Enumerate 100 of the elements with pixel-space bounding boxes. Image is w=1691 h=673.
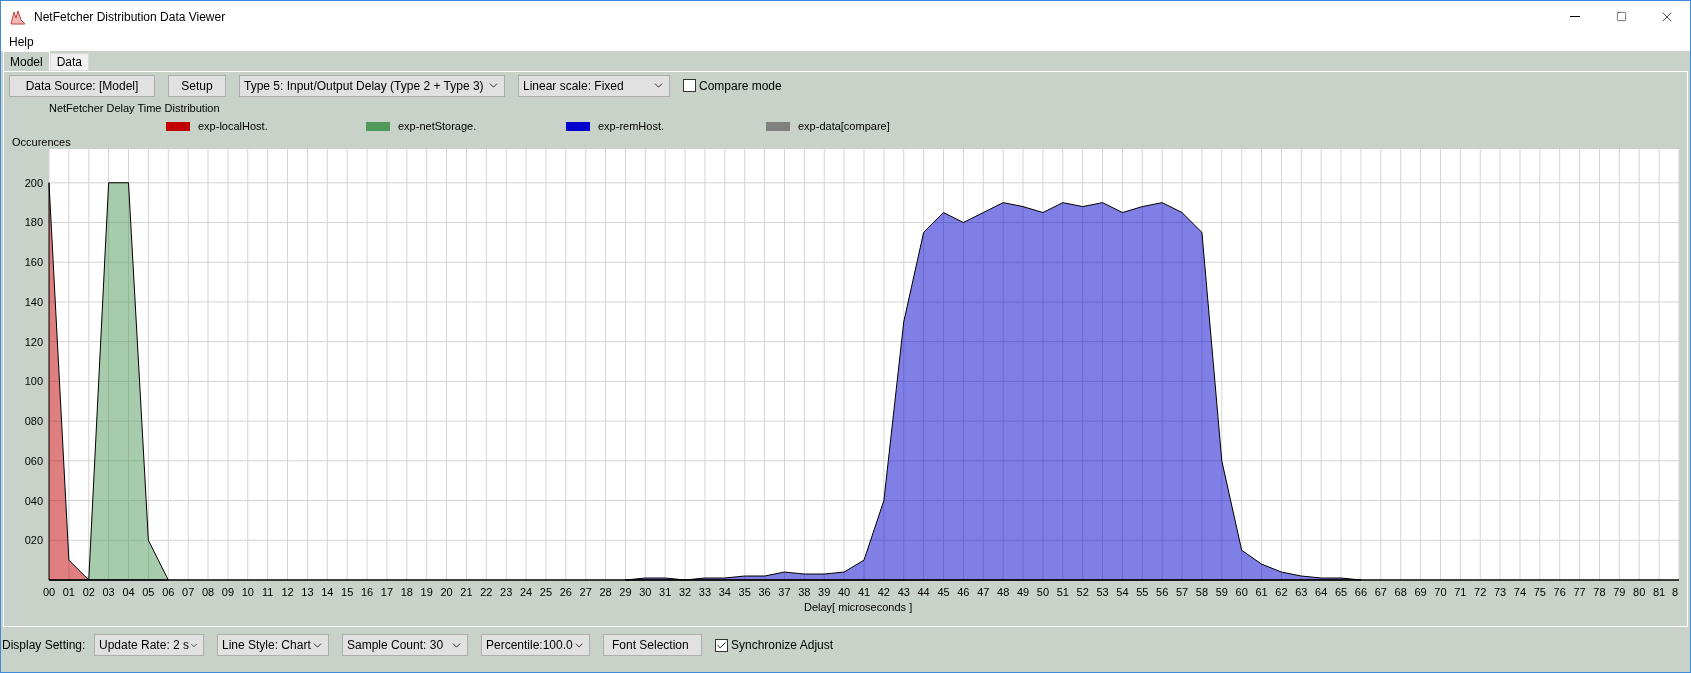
x-tick-label: 22 bbox=[480, 586, 493, 598]
y-tick-label: 060 bbox=[24, 454, 43, 467]
x-tick-label: 06 bbox=[162, 586, 175, 598]
x-tick-label: 27 bbox=[579, 586, 592, 598]
x-tick-label: 43 bbox=[897, 586, 910, 598]
x-tick-label: 54 bbox=[1116, 586, 1129, 598]
x-tick-label: 14 bbox=[321, 586, 334, 598]
y-tick-label: 100 bbox=[24, 375, 43, 388]
x-tick-label: 46 bbox=[957, 586, 970, 598]
x-tick-label: 30 bbox=[639, 586, 652, 598]
x-tick-label: 40 bbox=[838, 586, 851, 598]
x-tick-label: 58 bbox=[1195, 586, 1209, 598]
dropdown[interactable]: Percentile:100.0 bbox=[481, 634, 590, 656]
dropdown[interactable]: Linear scale: Fixed bbox=[518, 74, 670, 97]
toolbar-button[interactable]: Setup bbox=[168, 74, 226, 97]
x-tick-label: 75 bbox=[1533, 586, 1546, 598]
x-tick-label: 69 bbox=[1414, 586, 1427, 598]
x-tick-label: 02 bbox=[82, 586, 95, 598]
x-tick-label: 21 bbox=[460, 586, 473, 598]
x-tick-label: 03 bbox=[102, 586, 115, 598]
menu-item[interactable]: Help bbox=[1, 32, 42, 51]
minimize-icon bbox=[1570, 16, 1580, 17]
x-tick-label: 70 bbox=[1434, 586, 1447, 598]
x-tick-label: 20 bbox=[440, 586, 453, 598]
x-tick-label: 16 bbox=[360, 586, 374, 598]
y-tick-label: 040 bbox=[24, 494, 43, 507]
x-tick-label: 76 bbox=[1553, 586, 1566, 598]
dropdown[interactable]: Sample Count: 30 bbox=[342, 634, 468, 656]
x-tick-label: 31 bbox=[659, 586, 672, 598]
legend-label: exp-remHost. bbox=[598, 118, 665, 134]
dropdown[interactable]: Update Rate: 2 s bbox=[94, 634, 204, 656]
y-axis-title: Occurences bbox=[12, 135, 72, 149]
x-tick-label: 80 bbox=[1633, 586, 1646, 598]
y-tick-label: 020 bbox=[24, 534, 43, 547]
x-tick-label: 63 bbox=[1295, 586, 1308, 598]
x-tick-label: 07 bbox=[182, 586, 195, 598]
x-tick-label: 62 bbox=[1275, 586, 1288, 598]
x-tick-label: 74 bbox=[1513, 586, 1527, 598]
x-tick-label: 66 bbox=[1354, 586, 1368, 598]
x-tick-label: 59 bbox=[1215, 586, 1228, 598]
x-tick-label: 33 bbox=[698, 586, 712, 598]
y-tick-label: 160 bbox=[24, 256, 43, 269]
chart-title: NetFetcher Delay Time Distribution bbox=[49, 101, 221, 115]
app-icon bbox=[10, 8, 26, 25]
x-tick-label: 77 bbox=[1573, 586, 1586, 598]
x-tick-label: 01 bbox=[62, 586, 75, 598]
dropdown[interactable]: Type 5: Input/Output Delay (Type 2 + Type 3) bbox=[239, 74, 505, 97]
legend-label: exp-netStorage. bbox=[398, 118, 477, 134]
font-selection-button[interactable]: Font Selection bbox=[603, 634, 702, 656]
x-tick-label: 52 bbox=[1076, 586, 1089, 598]
x-tick-label: 44 bbox=[917, 586, 930, 598]
x-tick-label: 37 bbox=[778, 586, 791, 598]
x-tick-label: 41 bbox=[857, 586, 871, 598]
x-tick-label: 10 bbox=[241, 586, 254, 598]
x-tick-label: 53 bbox=[1096, 586, 1109, 598]
toolbar-button[interactable]: Data Source: [Model] bbox=[9, 74, 155, 97]
y-tick-label: 120 bbox=[24, 335, 43, 348]
x-tick-label: 38 bbox=[798, 586, 811, 598]
x-tick-label: 13 bbox=[301, 586, 314, 598]
dropdown[interactable]: Line Style: Chart bbox=[217, 634, 329, 656]
x-tick-label: 55 bbox=[1136, 586, 1149, 598]
x-tick-label: 12 bbox=[281, 586, 294, 598]
x-tick-label: 42 bbox=[877, 586, 890, 598]
x-tick-label: 17 bbox=[380, 586, 394, 598]
legend-label: exp-localHost. bbox=[198, 118, 268, 134]
x-tick-label: 36 bbox=[758, 586, 771, 598]
y-tick-label: 180 bbox=[24, 216, 43, 229]
checkbox-label: Synchronize Adjust bbox=[731, 637, 834, 654]
x-tick-label: 26 bbox=[559, 586, 572, 598]
x-tick-label: 60 bbox=[1235, 586, 1248, 598]
x-tick-label: 79 bbox=[1613, 586, 1626, 598]
checkbox[interactable] bbox=[715, 638, 728, 652]
x-tick-label: 24 bbox=[519, 586, 533, 598]
x-tick-label: 05 bbox=[142, 586, 155, 598]
x-tick-label: 09 bbox=[221, 586, 235, 598]
x-tick-label: 08 bbox=[201, 586, 215, 598]
x-tick-label: 78 bbox=[1593, 586, 1606, 598]
x-tick-label: 61 bbox=[1255, 586, 1268, 598]
window-title: NetFetcher Distribution Data Viewer bbox=[34, 8, 226, 26]
x-tick-label: 50 bbox=[1036, 586, 1050, 598]
x-tick-label: 19 bbox=[420, 586, 433, 598]
tab[interactable]: Model bbox=[3, 51, 50, 71]
x-tick-label: 81 bbox=[1653, 586, 1666, 598]
tab[interactable]: Data bbox=[49, 53, 90, 71]
y-tick-label: 080 bbox=[24, 415, 43, 428]
x-tick-label: 56 bbox=[1156, 586, 1169, 598]
x-tick-label: 49 bbox=[1016, 586, 1030, 598]
x-tick-label: 15 bbox=[341, 586, 354, 598]
check-icon bbox=[716, 639, 727, 651]
x-tick-label: 23 bbox=[500, 586, 513, 598]
x-tick-label: 11 bbox=[261, 586, 274, 598]
x-tick-label: 67 bbox=[1374, 586, 1387, 598]
x-tick-label: 39 bbox=[818, 586, 831, 598]
checkbox[interactable] bbox=[683, 79, 696, 92]
x-tick-label: 28 bbox=[599, 586, 612, 598]
x-tick-label: 71 bbox=[1454, 586, 1467, 598]
x-tick-label: 68 bbox=[1394, 586, 1407, 598]
x-tick-label: 73 bbox=[1493, 586, 1507, 598]
x-tick-label: 25 bbox=[539, 586, 553, 598]
x-tick-label: 29 bbox=[619, 586, 632, 598]
